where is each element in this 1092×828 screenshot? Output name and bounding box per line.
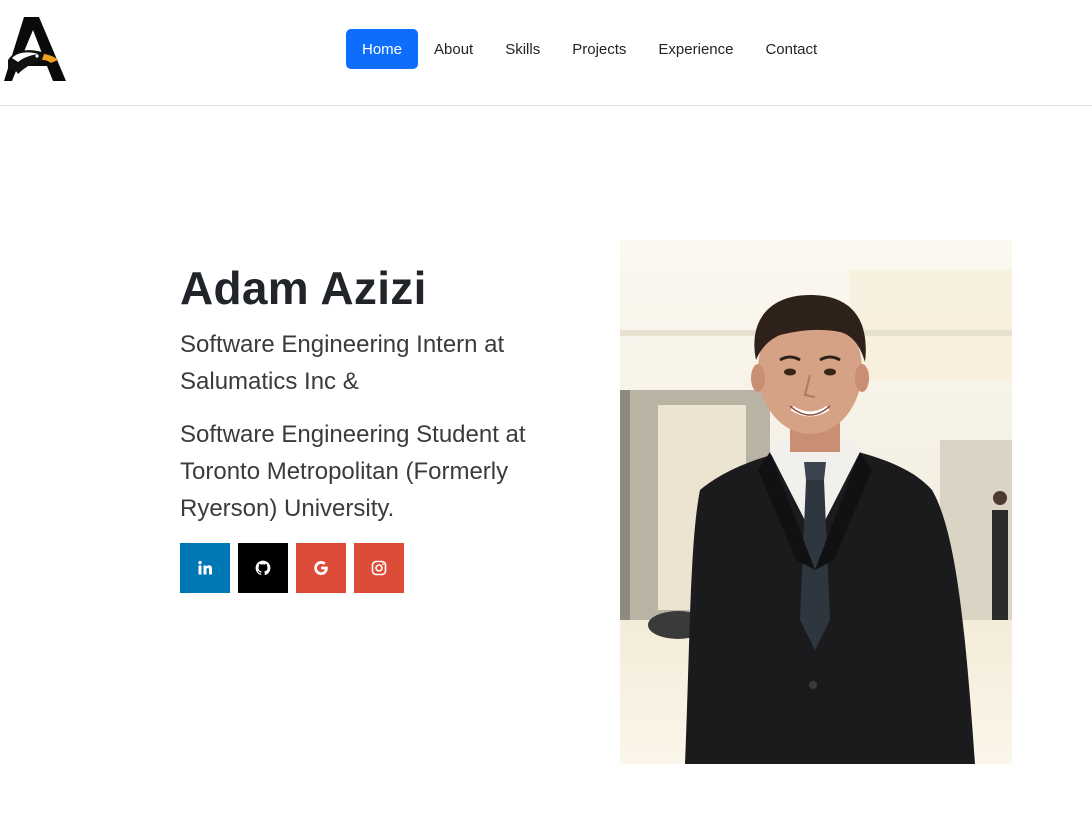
nav-projects[interactable]: Projects <box>556 29 642 69</box>
hero-name: Adam Azizi <box>180 262 427 314</box>
social-links <box>180 543 404 593</box>
profile-photo <box>620 240 1012 764</box>
hero-role-intern: Software Engineering Intern at Salumatic… <box>180 331 505 395</box>
main-nav: Home About Skills Projects Experience Co… <box>346 29 833 69</box>
navbar: Home About Skills Projects Experience Co… <box>0 0 1092 106</box>
instagram-button[interactable] <box>354 543 404 593</box>
google-button[interactable] <box>296 543 346 593</box>
hero-role-student: Software Engineering Student at Toronto … <box>180 421 526 522</box>
logo-eagle-icon[interactable] <box>4 14 70 84</box>
nav-home[interactable]: Home <box>346 29 419 69</box>
linkedin-icon <box>198 560 212 575</box>
linkedin-button[interactable] <box>180 543 230 593</box>
nav-skills[interactable]: Skills <box>489 29 556 69</box>
nav-experience[interactable]: Experience <box>642 29 749 69</box>
hero-section: Adam Azizi Software Engineering Intern a… <box>180 258 580 527</box>
github-icon <box>255 560 271 576</box>
google-icon <box>314 561 328 575</box>
github-button[interactable] <box>238 543 288 593</box>
nav-about[interactable]: About <box>418 29 489 69</box>
nav-contact[interactable]: Contact <box>749 29 833 69</box>
instagram-icon <box>371 560 387 576</box>
